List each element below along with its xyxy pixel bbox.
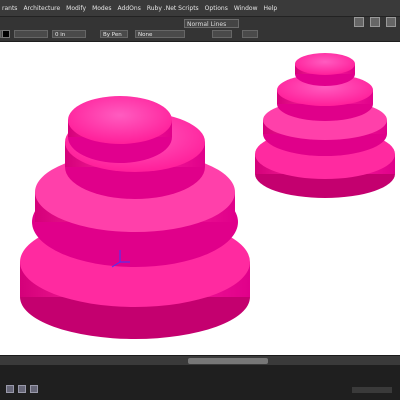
color-swatch[interactable] [2, 30, 10, 38]
fill-value: None [138, 32, 153, 38]
thickness-dropdown[interactable]: 0 in [52, 30, 86, 38]
tool-button-2[interactable] [370, 17, 380, 27]
large-stepped-object [20, 96, 250, 339]
menu-item-help[interactable]: Help [264, 5, 278, 12]
line-pattern-dropdown[interactable] [14, 30, 48, 38]
drawing-viewport[interactable] [0, 42, 400, 355]
thickness-value: 0 in [55, 32, 66, 38]
status-icon-2[interactable] [18, 385, 26, 393]
menu-item-options[interactable]: Options [205, 5, 228, 12]
menu-bar: rants Architecture Modify Modes AddOns R… [0, 0, 400, 17]
status-icon-1[interactable] [6, 385, 14, 393]
fill-dropdown[interactable]: None [135, 30, 185, 38]
menu-item-rants[interactable]: rants [2, 5, 17, 12]
line-style-dropdown[interactable]: Normal Lines [184, 19, 239, 28]
menu-item-window[interactable]: Window [234, 5, 258, 12]
misc-dropdown[interactable] [242, 30, 258, 38]
tool-button-1[interactable] [354, 17, 364, 27]
small-stepped-object [255, 53, 395, 198]
layer-dropdown[interactable]: By Pen [100, 30, 128, 38]
coordinate-readout [352, 387, 392, 393]
menu-item-ruby-net-scripts[interactable]: Ruby .Net Scripts [147, 5, 199, 12]
menu-item-architecture[interactable]: Architecture [23, 5, 60, 12]
toolbar-right-buttons [354, 17, 396, 27]
menu-item-modes[interactable]: Modes [92, 5, 111, 12]
status-bar [0, 365, 400, 400]
scene-svg [20, 53, 395, 339]
menu-item-modify[interactable]: Modify [66, 5, 86, 12]
color-dropdown[interactable] [212, 30, 232, 38]
layer-value: By Pen [103, 32, 122, 38]
status-icon-3[interactable] [30, 385, 38, 393]
scrollbar-thumb[interactable] [188, 358, 268, 364]
menu-item-addons[interactable]: AddOns [118, 5, 141, 12]
line-style-value: Normal Lines [187, 21, 227, 28]
tool-button-3[interactable] [386, 17, 396, 27]
